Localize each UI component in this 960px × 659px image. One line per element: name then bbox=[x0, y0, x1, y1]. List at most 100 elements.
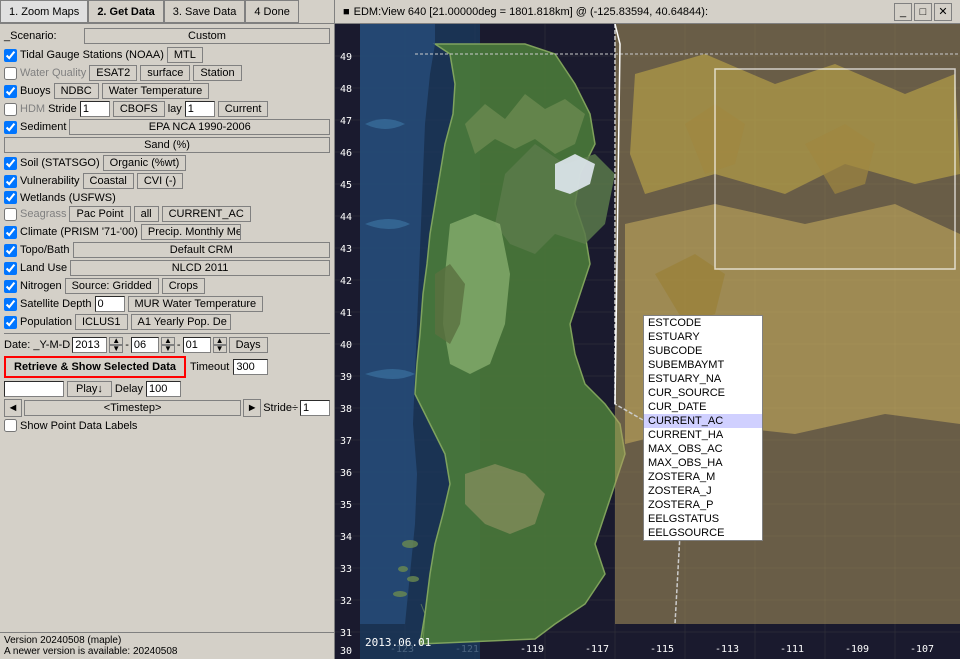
hdm-lay-label: lay bbox=[168, 103, 182, 115]
climate-label: Climate (PRISM '71-'00) bbox=[20, 226, 138, 238]
month-down-btn[interactable]: ▼ bbox=[161, 345, 175, 353]
population-row: Population ICLUS1 A1 Yearly Pop. De bbox=[4, 314, 330, 330]
dropdown-eelgstatus[interactable]: EELGSTATUS bbox=[644, 512, 762, 526]
timeout-input[interactable] bbox=[233, 359, 268, 375]
map-title: EDM:View 640 [21.00000deg = 1801.818km] … bbox=[354, 6, 890, 18]
satellite-checkbox[interactable] bbox=[4, 298, 17, 311]
water-temp-btn[interactable]: Water Temperature bbox=[102, 83, 210, 99]
next-timestep-btn[interactable]: ► bbox=[243, 399, 261, 417]
show-labels-checkbox[interactable] bbox=[4, 419, 17, 432]
stride-input[interactable] bbox=[300, 400, 330, 416]
play-btn[interactable]: Play↓ bbox=[67, 381, 112, 397]
dropdown-subcode[interactable]: SUBCODE bbox=[644, 344, 762, 358]
svg-text:45: 45 bbox=[340, 180, 352, 191]
scenario-row: _Scenario: Custom bbox=[4, 28, 330, 44]
pacpoint-btn[interactable]: Pac Point bbox=[69, 206, 130, 222]
nitrogen-checkbox[interactable] bbox=[4, 280, 17, 293]
svg-text:32: 32 bbox=[340, 596, 352, 607]
station-btn[interactable]: Station bbox=[193, 65, 241, 81]
sediment-checkbox[interactable] bbox=[4, 121, 17, 134]
source-gridded-btn[interactable]: Source: Gridded bbox=[65, 278, 159, 294]
crops-btn[interactable]: Crops bbox=[162, 278, 205, 294]
tidal-mtl-btn[interactable]: MTL bbox=[167, 47, 203, 63]
landuse-checkbox[interactable] bbox=[4, 262, 17, 275]
show-labels-row: Show Point Data Labels bbox=[4, 419, 330, 432]
coastal-btn[interactable]: Coastal bbox=[83, 173, 134, 189]
year-input[interactable] bbox=[72, 337, 107, 353]
a1-btn[interactable]: A1 Yearly Pop. De bbox=[131, 314, 231, 330]
hdm-checkbox[interactable] bbox=[4, 103, 17, 116]
dropdown-cur-source[interactable]: CUR_SOURCE bbox=[644, 386, 762, 400]
precip-btn[interactable]: Precip. Monthly Mea bbox=[141, 224, 241, 240]
soil-checkbox[interactable] bbox=[4, 157, 17, 170]
satellite-label: Satellite bbox=[20, 298, 59, 310]
retrieve-btn[interactable]: Retrieve & Show Selected Data bbox=[4, 356, 186, 378]
svg-text:37: 37 bbox=[340, 436, 352, 447]
day-input[interactable] bbox=[183, 337, 211, 353]
seagrass-checkbox[interactable] bbox=[4, 208, 17, 221]
iclus-btn[interactable]: ICLUS1 bbox=[75, 314, 128, 330]
days-btn[interactable]: Days bbox=[229, 337, 268, 353]
population-checkbox[interactable] bbox=[4, 316, 17, 329]
prev-timestep-btn[interactable]: ◄ bbox=[4, 399, 22, 417]
satellite-row: Satellite Depth MUR Water Temperature bbox=[4, 296, 330, 312]
vuln-label: Vulnerability bbox=[20, 175, 80, 187]
close-btn[interactable]: ✕ bbox=[934, 3, 952, 21]
tidal-checkbox[interactable] bbox=[4, 49, 17, 62]
depth-input[interactable] bbox=[95, 296, 125, 312]
playback-input[interactable] bbox=[4, 381, 64, 397]
minimize-btn[interactable]: _ bbox=[894, 3, 912, 21]
vuln-row: Vulnerability Coastal CVI (-) bbox=[4, 173, 330, 189]
year-down-btn[interactable]: ▼ bbox=[109, 345, 123, 353]
svg-text:-109: -109 bbox=[845, 644, 869, 655]
surface-btn[interactable]: surface bbox=[140, 65, 190, 81]
cbofs-btn[interactable]: CBOFS bbox=[113, 101, 165, 117]
current-btn[interactable]: Current bbox=[218, 101, 269, 117]
mur-btn[interactable]: MUR Water Temperature bbox=[128, 296, 264, 312]
organic-btn[interactable]: Organic (%wt) bbox=[103, 155, 187, 171]
seagrass-label: Seagrass bbox=[20, 208, 66, 220]
dropdown-zostera-p[interactable]: ZOSTERA_P bbox=[644, 498, 762, 512]
vuln-checkbox[interactable] bbox=[4, 175, 17, 188]
all-btn[interactable]: all bbox=[134, 206, 159, 222]
delay-input[interactable] bbox=[146, 381, 181, 397]
climate-checkbox[interactable] bbox=[4, 226, 17, 239]
dropdown-estcode[interactable]: ESTCODE bbox=[644, 316, 762, 330]
waterquality-checkbox[interactable] bbox=[4, 67, 17, 80]
hdm-lay-input[interactable] bbox=[185, 101, 215, 117]
default-crm-label: Default CRM bbox=[73, 242, 330, 258]
dropdown-cur-date[interactable]: CUR_DATE bbox=[644, 400, 762, 414]
date-label: Date: _Y-M-D bbox=[4, 339, 70, 351]
dropdown-subembaymt[interactable]: SUBEMBAYMT bbox=[644, 358, 762, 372]
dropdown-menu[interactable]: ESTCODE ESTUARY SUBCODE SUBEMBAYMT ESTUA… bbox=[643, 315, 763, 541]
dropdown-zostera-j[interactable]: ZOSTERA_J bbox=[644, 484, 762, 498]
dropdown-eelgsource[interactable]: EELGSOURCE bbox=[644, 526, 762, 540]
svg-text:-119: -119 bbox=[520, 644, 544, 655]
dropdown-estuary-na[interactable]: ESTUARY_NA bbox=[644, 372, 762, 386]
topo-checkbox[interactable] bbox=[4, 244, 17, 257]
get-data-btn[interactable]: 2. Get Data bbox=[88, 0, 163, 23]
dropdown-zostera-m[interactable]: ZOSTERA_M bbox=[644, 470, 762, 484]
save-data-btn[interactable]: 3. Save Data bbox=[164, 0, 246, 23]
day-down-btn[interactable]: ▼ bbox=[213, 345, 227, 353]
current-ac-btn[interactable]: CURRENT_AC bbox=[162, 206, 251, 222]
date-sep1: - bbox=[125, 339, 129, 351]
version-bar: Version 20240508 (maple) A newer version… bbox=[0, 632, 334, 659]
dropdown-max-obs-ac[interactable]: MAX_OBS_AC bbox=[644, 442, 762, 456]
svg-text:2013.06.01: 2013.06.01 bbox=[365, 636, 431, 649]
hdm-stride-input[interactable] bbox=[80, 101, 110, 117]
dropdown-max-obs-ha[interactable]: MAX_OBS_HA bbox=[644, 456, 762, 470]
maximize-btn[interactable]: □ bbox=[914, 3, 932, 21]
timestep-btn[interactable]: <Timestep> bbox=[24, 400, 241, 416]
cvi-btn[interactable]: CVI (-) bbox=[137, 173, 183, 189]
wetlands-checkbox[interactable] bbox=[4, 191, 17, 204]
ndbc-btn[interactable]: NDBC bbox=[54, 83, 99, 99]
buoys-checkbox[interactable] bbox=[4, 85, 17, 98]
month-input[interactable] bbox=[131, 337, 159, 353]
esat2-btn[interactable]: ESAT2 bbox=[89, 65, 137, 81]
dropdown-current-ha[interactable]: CURRENT_HA bbox=[644, 428, 762, 442]
dropdown-current-ac[interactable]: CURRENT_AC bbox=[644, 414, 762, 428]
zoom-maps-btn[interactable]: 1. Zoom Maps bbox=[0, 0, 88, 23]
done-btn[interactable]: 4 Done bbox=[245, 0, 298, 23]
dropdown-estuary[interactable]: ESTUARY bbox=[644, 330, 762, 344]
